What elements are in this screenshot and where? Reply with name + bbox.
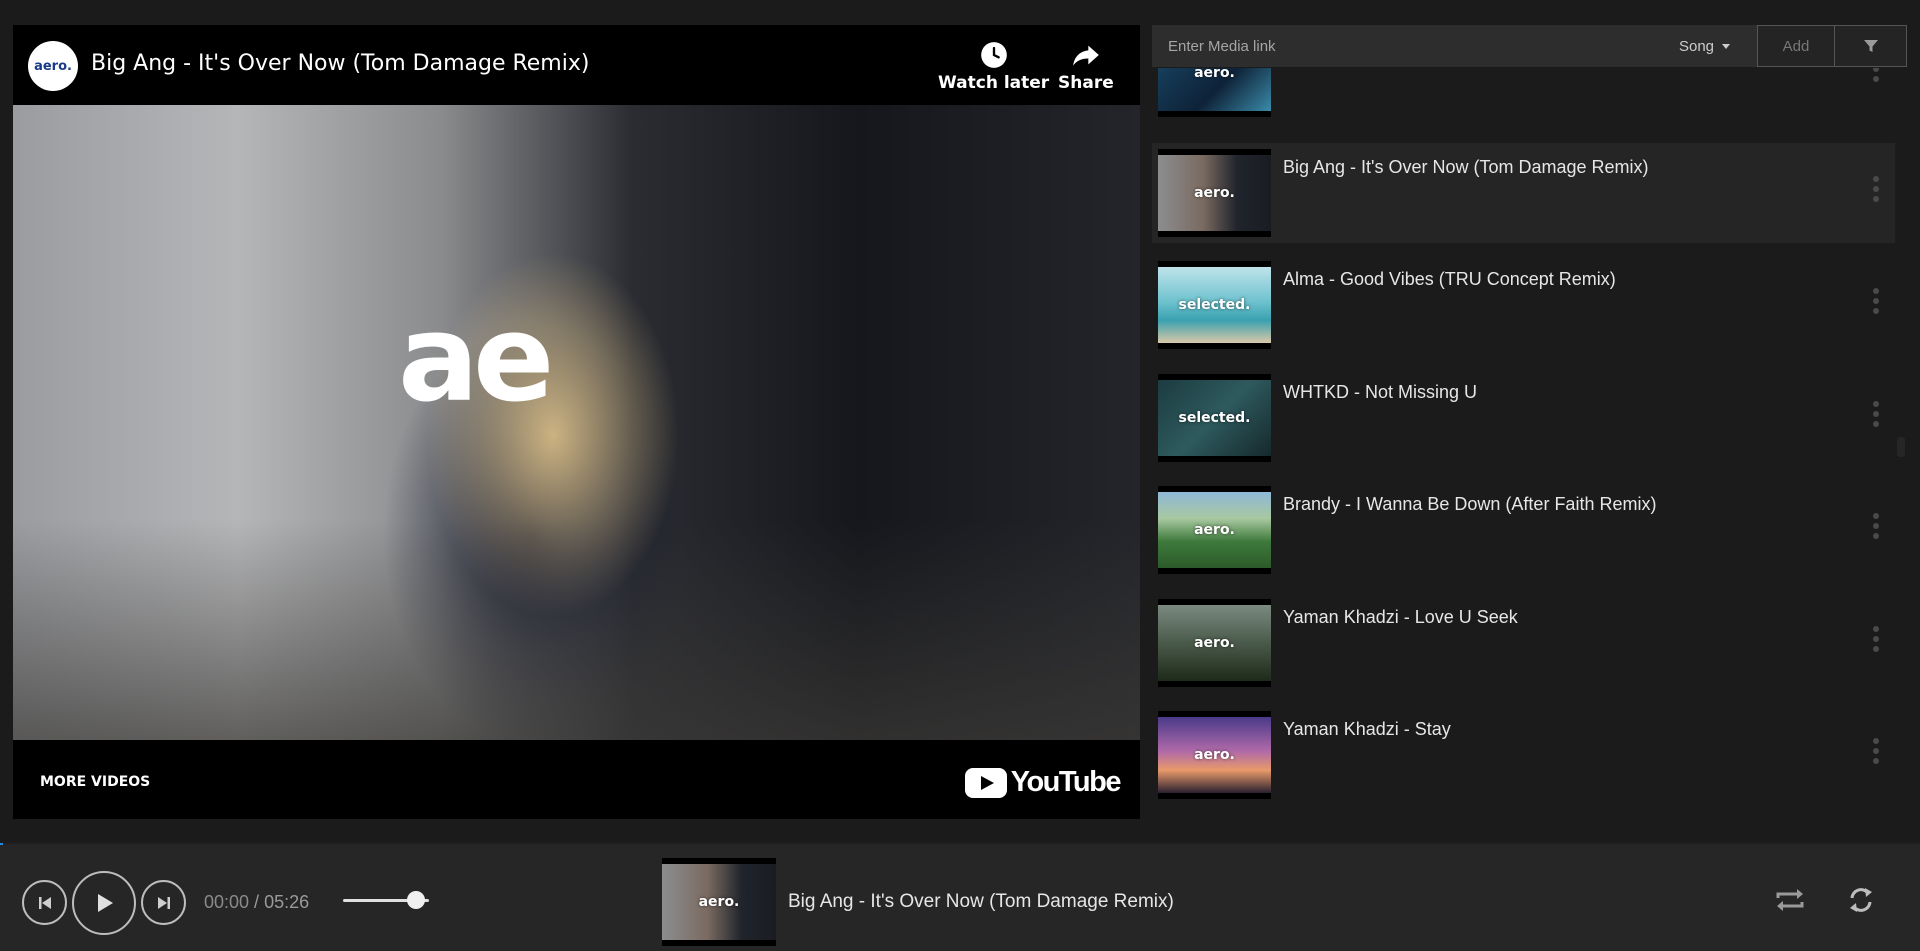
playlist-item[interactable]: aero. Brandy - I Wanna Be Down (After Fai…	[1152, 480, 1895, 580]
next-button[interactable]	[141, 880, 186, 925]
playlist-item-thumbnail[interactable]: aero.	[1158, 486, 1271, 574]
player-controls-bar: 00:00 / 05:26 aero. Big Ang - It's Over …	[0, 845, 1920, 951]
playlist-item-title: Brandy - I Wanna Be Down (After Faith Re…	[1283, 494, 1657, 514]
playlist-item-thumbnail[interactable]: selected.	[1158, 374, 1271, 462]
time-separator: /	[249, 892, 265, 912]
filter-icon	[1863, 40, 1878, 52]
channel-logo[interactable]: aero.	[28, 41, 78, 91]
now-playing-thumb-label: aero.	[698, 894, 740, 910]
share-arrow-icon	[1073, 45, 1099, 66]
filter-button[interactable]	[1835, 25, 1907, 67]
playlist-item[interactable]: aero. Yaman Khadzi - Love U Seek	[1152, 593, 1895, 693]
play-icon	[98, 894, 113, 912]
current-time: 00:00	[204, 892, 250, 912]
video-footer: MORE VIDEOS YouTube	[13, 740, 1140, 819]
share-label: Share	[1058, 73, 1114, 93]
playlist-item[interactable]: selected. Alma - Good Vibes (TRU Concept …	[1152, 255, 1895, 355]
add-button[interactable]: Add	[1757, 25, 1835, 67]
video-frame[interactable]	[13, 105, 1140, 740]
more-options-icon[interactable]	[1871, 68, 1881, 90]
more-options-icon[interactable]	[1871, 626, 1881, 660]
playlist-item-thumbnail[interactable]: aero.	[1158, 599, 1271, 687]
playlist-item-title: Yaman Khadzi - Stay	[1283, 719, 1451, 739]
playlist-thumb-label: selected.	[1178, 297, 1251, 313]
more-options-icon[interactable]	[1871, 288, 1881, 322]
playlist-thumb-label: aero.	[1194, 185, 1235, 201]
share-button[interactable]: Share	[1058, 41, 1114, 93]
playlist-item-title: WHTKD - Not Missing U	[1283, 382, 1478, 402]
media-type-select[interactable]: Song	[1652, 25, 1757, 67]
playlist-thumb-label: aero.	[1194, 522, 1235, 538]
playlist-thumb-label: selected.	[1178, 410, 1251, 426]
volume-slider-handle[interactable]	[407, 891, 426, 909]
video-watermark: ae	[398, 290, 554, 429]
playlist-thumb-label: aero.	[1194, 747, 1235, 763]
playlist-thumb-label: aero.	[1194, 635, 1235, 651]
video-title[interactable]: Big Ang - It's Over Now (Tom Damage Remi…	[91, 51, 589, 76]
clock-icon	[980, 42, 1007, 68]
playlist-item-title: Alma - Good Vibes (TRU Concept Remix)	[1283, 269, 1616, 289]
playlist-item[interactable]: selected. WHTKD - Not Missing U	[1152, 368, 1895, 468]
watch-later-button[interactable]: Watch later	[938, 41, 1049, 93]
youtube-logo[interactable]: YouTube	[964, 766, 1122, 799]
repeat-icon	[1776, 889, 1804, 911]
youtube-wordmark: YouTube	[1010, 766, 1122, 798]
more-options-icon[interactable]	[1871, 401, 1881, 435]
media-type-value: Song	[1678, 37, 1715, 55]
playlist-item-thumbnail[interactable]: aero.	[1158, 711, 1271, 799]
previous-button[interactable]	[22, 880, 67, 925]
more-videos-button[interactable]: MORE VIDEOS	[40, 774, 150, 790]
playlist[interactable]: aero. aero. Big Ang - It's Over Now (Tom D…	[1152, 68, 1897, 809]
more-options-icon[interactable]	[1871, 176, 1881, 210]
video-header: aero. Big Ang - It's Over Now (Tom Damag…	[13, 25, 1140, 105]
skip-next-icon	[157, 896, 170, 909]
video-player[interactable]: ae aero. Big Ang - It's Over Now (Tom Da…	[13, 25, 1140, 819]
chevron-down-icon	[1722, 43, 1731, 49]
playlist-item-title: Yaman Khadzi - Love U Seek	[1283, 607, 1518, 627]
playlist-item[interactable]: aero. Big Ang - It's Over Now (Tom Damage…	[1152, 143, 1895, 243]
watch-later-label: Watch later	[938, 73, 1050, 93]
playlist-item-thumbnail[interactable]: selected.	[1158, 261, 1271, 349]
playlist-thumb-label: aero.	[1194, 68, 1235, 81]
more-options-icon[interactable]	[1871, 513, 1881, 547]
play-button[interactable]	[72, 871, 136, 935]
playlist-scrollbar[interactable]	[1897, 437, 1905, 457]
playlist-item-title: Big Ang - It's Over Now (Tom Damage Remi…	[1283, 157, 1649, 177]
total-time: 05:26	[264, 892, 310, 912]
now-playing-thumbnail[interactable]: aero.	[662, 858, 776, 946]
youtube-play-icon	[964, 767, 1007, 798]
playlist-item-thumbnail[interactable]: aero.	[1158, 149, 1271, 237]
refresh-icon	[1850, 888, 1872, 912]
playlist-item-thumbnail[interactable]: aero.	[1158, 68, 1271, 117]
more-options-icon[interactable]	[1871, 738, 1881, 772]
refresh-button[interactable]	[1846, 885, 1882, 915]
media-link-input[interactable]	[1152, 25, 1652, 67]
playlist-item[interactable]: aero. Yaman Khadzi - Stay	[1152, 705, 1895, 805]
media-input-bar: Song Add	[1152, 25, 1907, 67]
now-playing-title: Big Ang - It's Over Now (Tom Damage Remi…	[788, 891, 1174, 912]
time-display: 00:00 / 05:26	[204, 892, 309, 913]
repeat-button[interactable]	[1772, 885, 1808, 915]
skip-previous-icon	[38, 896, 51, 909]
playlist-item[interactable]: aero.	[1152, 68, 1895, 123]
